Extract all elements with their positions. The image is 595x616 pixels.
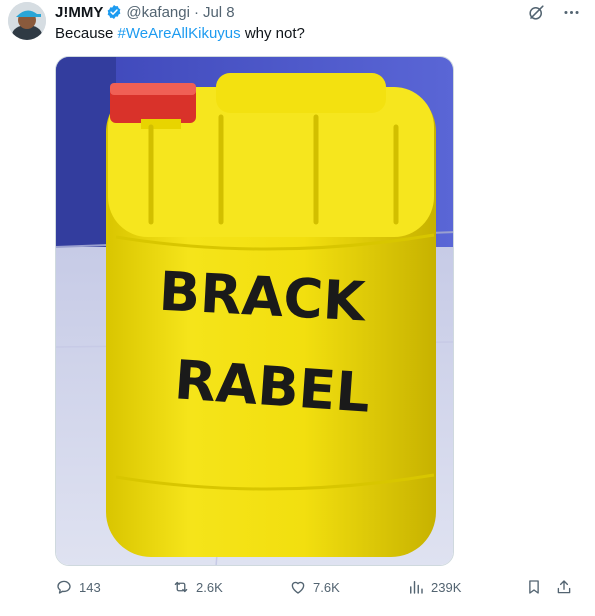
reply-button[interactable]: 143 xyxy=(55,578,101,596)
verified-badge-icon xyxy=(108,5,121,19)
views-count: 239K xyxy=(431,579,462,595)
tweet-text: Because #WeAreAllKikuyus why not? xyxy=(55,25,305,43)
grok-button[interactable] xyxy=(527,3,546,27)
tweet: J!MMY @kafangi · Jul 8 Because #WeAreAll… xyxy=(0,0,595,616)
user-handle[interactable]: @kafangi xyxy=(126,4,190,21)
more-horizontal-icon xyxy=(564,10,579,15)
tweet-text-before: Because xyxy=(55,25,118,42)
repost-icon xyxy=(174,581,188,593)
views-chart-icon xyxy=(410,581,423,594)
tweet-header: J!MMY @kafangi · Jul 8 xyxy=(55,3,235,21)
heart-icon xyxy=(291,581,305,594)
share-button[interactable] xyxy=(555,578,573,596)
grok-icon xyxy=(529,5,544,20)
reply-icon xyxy=(57,580,71,594)
display-name[interactable]: J!MMY xyxy=(55,4,103,21)
repost-count: 2.6K xyxy=(196,579,223,595)
hashtag-link[interactable]: #WeAreAllKikuyus xyxy=(118,25,241,42)
avatar-image xyxy=(8,2,46,40)
jerrycan-label-line1: BRACK xyxy=(157,260,368,334)
reply-count: 143 xyxy=(79,579,101,595)
repost-button[interactable]: 2.6K xyxy=(172,578,223,596)
more-options-button[interactable] xyxy=(562,3,581,27)
like-count: 7.6K xyxy=(313,579,340,595)
tweet-media-photo[interactable]: BRACK RABEL xyxy=(55,56,454,566)
tweet-date[interactable]: Jul 8 xyxy=(203,4,235,21)
views-button[interactable]: 239K xyxy=(407,578,461,596)
tweet-top-actions xyxy=(527,3,581,27)
bookmark-button[interactable] xyxy=(525,578,543,596)
like-button[interactable]: 7.6K xyxy=(289,578,340,596)
tweet-actions-bar: 143 2.6K 7.6K 239K xyxy=(55,578,575,602)
bookmark-icon xyxy=(529,580,539,594)
jerrycan-photo: BRACK RABEL xyxy=(56,57,453,565)
tweet-text-after: why not? xyxy=(240,25,305,42)
avatar[interactable] xyxy=(8,2,46,40)
share-icon xyxy=(557,580,571,594)
separator-dot: · xyxy=(193,3,199,21)
